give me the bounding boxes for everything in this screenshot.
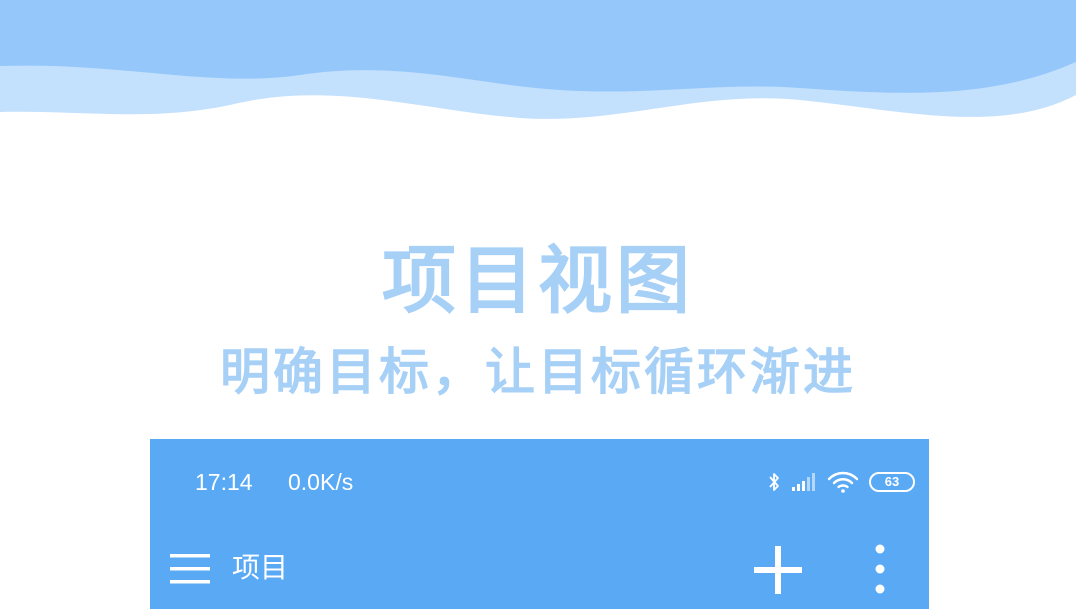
status-time: 17:14	[195, 469, 253, 495]
battery-icon: 63	[869, 472, 915, 492]
signal-icon	[792, 473, 815, 491]
hamburger-menu-icon[interactable]	[166, 544, 216, 594]
app-toolbar: 项目	[150, 534, 929, 604]
wifi-icon	[827, 471, 859, 493]
status-bar: 17:14 0.0K/s 63	[150, 439, 929, 527]
hero-title: 项目视图	[382, 238, 694, 324]
network-speed: 0.0K/s	[288, 469, 354, 495]
bluetooth-icon	[769, 473, 779, 491]
wave-banner	[0, 0, 1076, 119]
hero-subtitle: 明确目标，让目标循环渐进	[220, 343, 856, 401]
status-icons: 63	[767, 468, 915, 496]
battery-level: 63	[884, 474, 900, 489]
more-vertical-icon[interactable]	[865, 540, 895, 598]
toolbar-title: 项目	[232, 551, 289, 584]
phone-preview: 17:14 0.0K/s 63 项目	[150, 439, 929, 609]
plus-icon[interactable]	[750, 542, 806, 598]
